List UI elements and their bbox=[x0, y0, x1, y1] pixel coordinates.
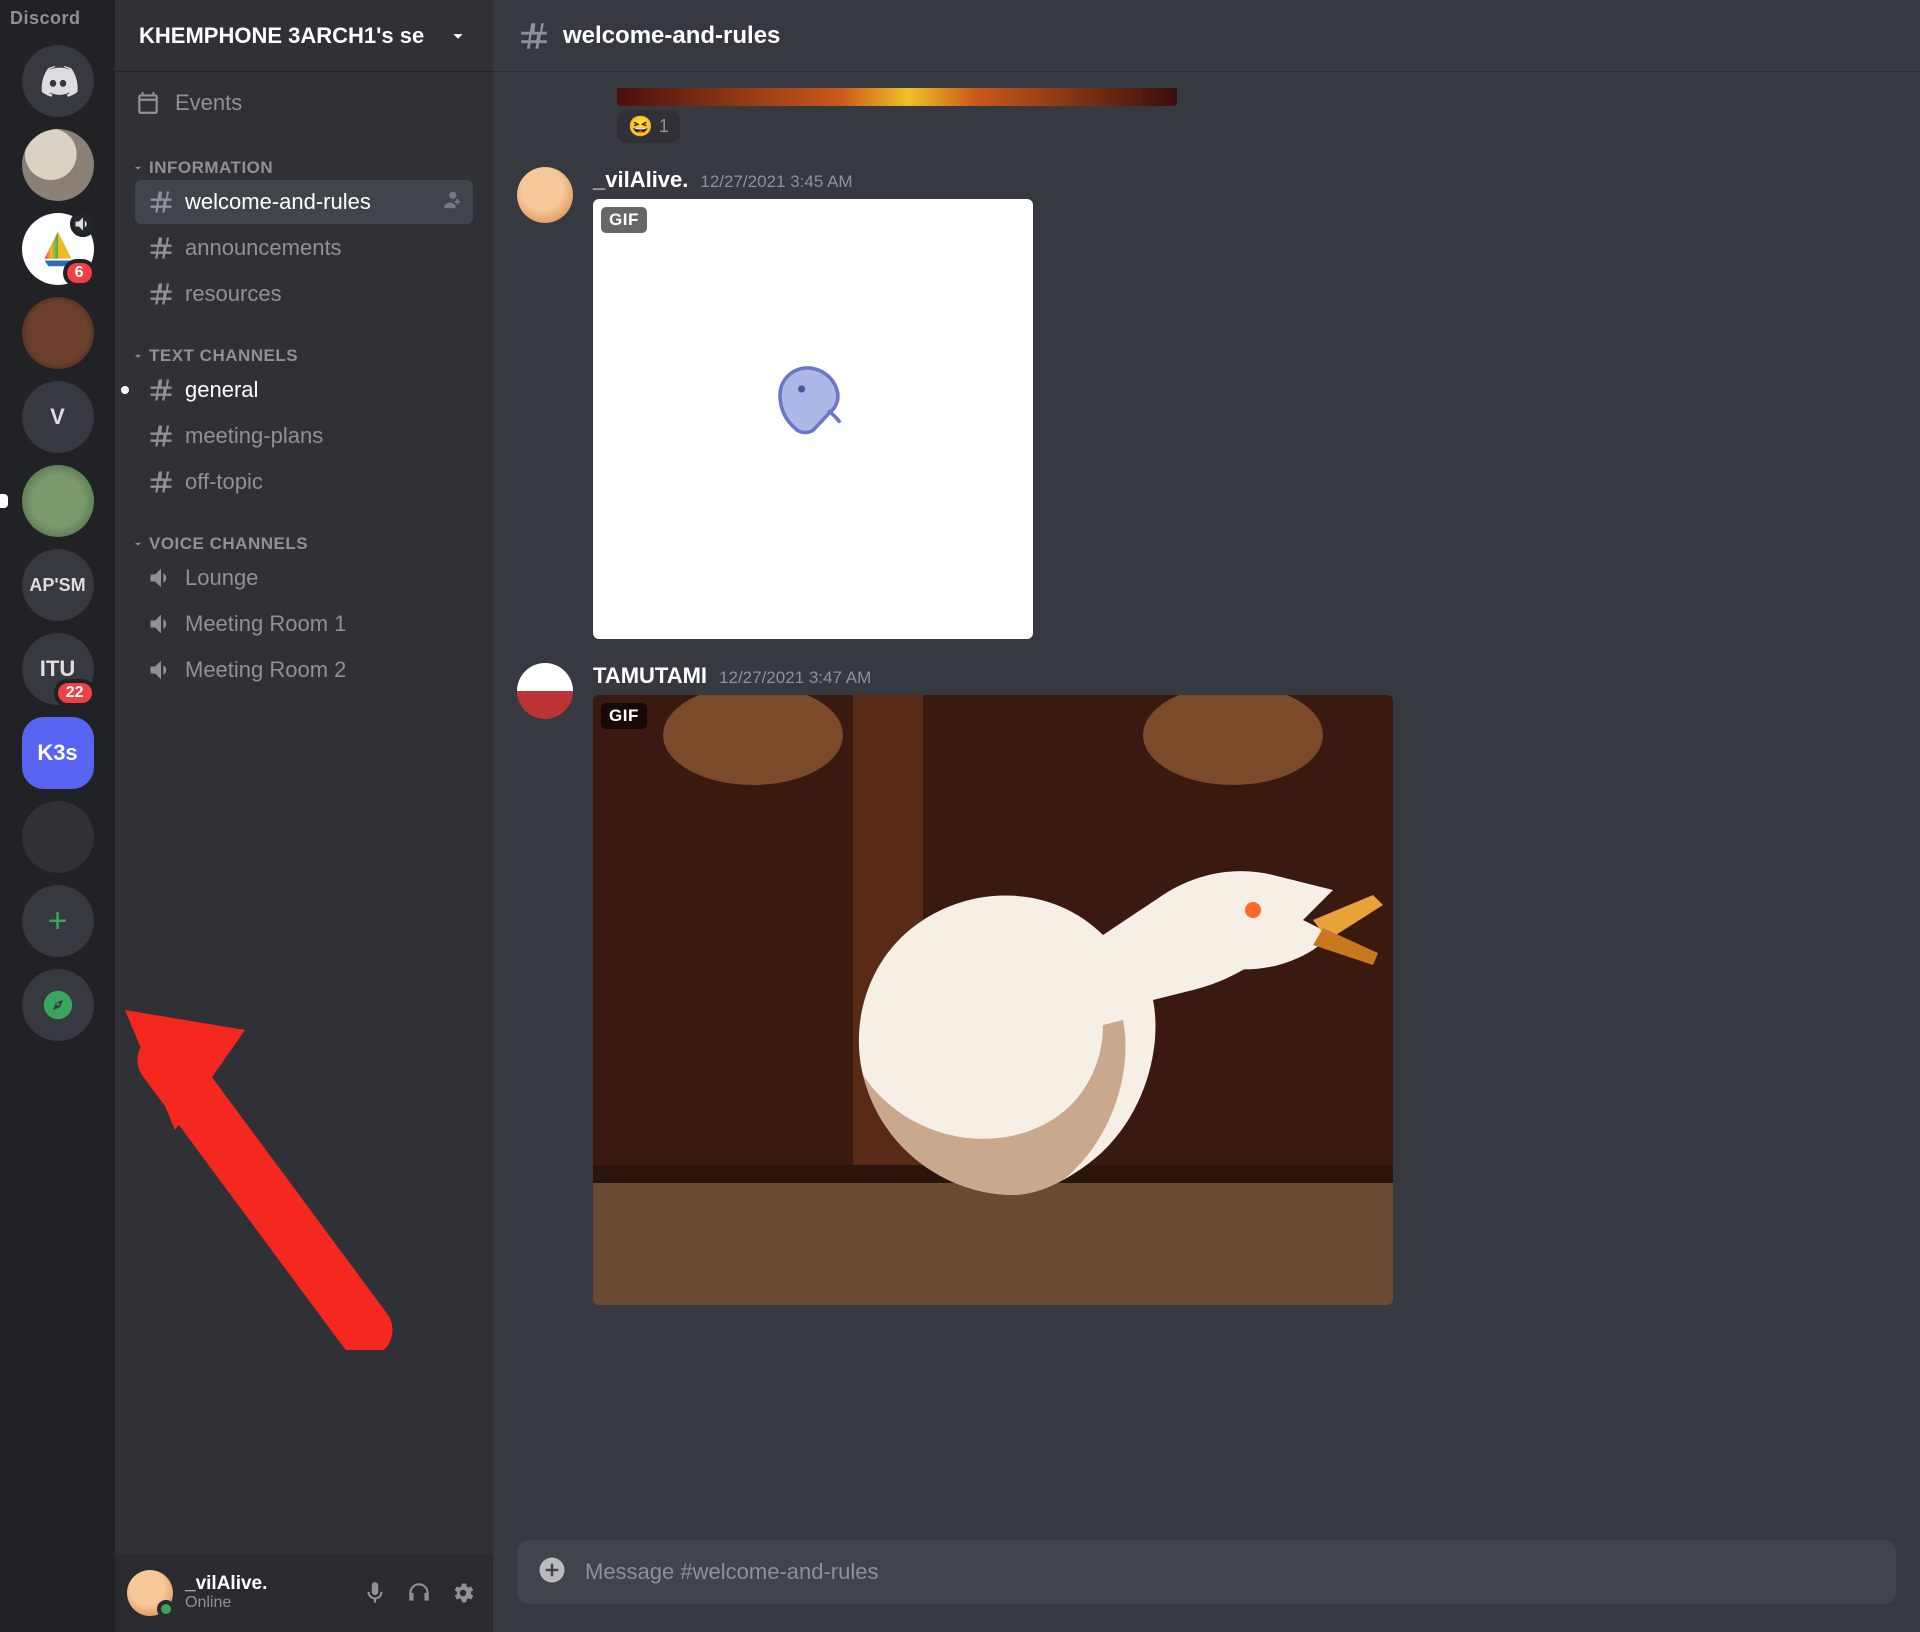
gif-badge: GIF bbox=[601, 703, 647, 729]
status-online-icon bbox=[157, 1600, 175, 1618]
server-list: Discord 6 V AP'SM ITU 22 K3s + bbox=[0, 0, 115, 1632]
gif-attachment[interactable]: GIF bbox=[593, 695, 1393, 1305]
message-composer bbox=[493, 1540, 1920, 1632]
gif-badge: GIF bbox=[601, 207, 647, 233]
channel-header: welcome-and-rules bbox=[493, 0, 1920, 72]
server-item[interactable] bbox=[22, 129, 94, 201]
attach-button[interactable] bbox=[537, 1555, 567, 1590]
server-home[interactable] bbox=[22, 45, 94, 117]
message-author[interactable]: TAMUTAMI bbox=[593, 663, 707, 689]
user-panel: _vilAlive. Online bbox=[115, 1554, 493, 1632]
message-author[interactable]: _vilAlive. bbox=[593, 167, 688, 193]
user-name: _vilAlive. bbox=[185, 1574, 267, 1595]
bird-drawing-icon bbox=[739, 341, 869, 461]
category-voice-channels: VOICE CHANNELS Lounge Meeting Room 1 Mee… bbox=[115, 510, 493, 698]
channel-title: welcome-and-rules bbox=[563, 22, 780, 50]
hash-icon bbox=[147, 468, 175, 496]
chevron-down-icon bbox=[447, 25, 469, 47]
server-header[interactable]: KHEMPHONE 3ARCH1's se bbox=[115, 0, 493, 72]
user-status: Online bbox=[185, 1594, 267, 1612]
unread-badge: 22 bbox=[54, 679, 96, 707]
events-label: Events bbox=[175, 90, 242, 116]
gif-attachment[interactable]: GIF bbox=[593, 199, 1033, 639]
channel-announcements[interactable]: announcements bbox=[135, 226, 473, 270]
channel-resources[interactable]: resources bbox=[135, 272, 473, 316]
mute-button[interactable] bbox=[357, 1575, 393, 1611]
plus-circle-icon bbox=[537, 1555, 567, 1585]
speaker-icon bbox=[147, 610, 175, 638]
message-list[interactable]: 😆 1 _vilAlive. 12/27/2021 3:45 AM GIF bbox=[493, 72, 1920, 1540]
reaction-count: 1 bbox=[659, 116, 669, 137]
channel-general[interactable]: general bbox=[135, 368, 473, 412]
channel-meeting-room-1[interactable]: Meeting Room 1 bbox=[135, 602, 473, 646]
server-item[interactable]: 6 bbox=[22, 213, 94, 285]
add-server-button[interactable]: + bbox=[22, 885, 94, 957]
server-item[interactable] bbox=[22, 297, 94, 369]
user-avatar[interactable] bbox=[127, 1570, 173, 1616]
message-avatar[interactable] bbox=[517, 663, 573, 719]
server-item[interactable] bbox=[22, 465, 94, 537]
create-invite-icon[interactable] bbox=[439, 188, 461, 216]
mic-icon bbox=[362, 1580, 388, 1606]
hash-icon bbox=[147, 188, 175, 216]
server-item[interactable]: V bbox=[22, 381, 94, 453]
headphones-icon bbox=[406, 1580, 432, 1606]
hash-icon bbox=[147, 280, 175, 308]
gear-icon bbox=[450, 1580, 476, 1606]
message-input[interactable] bbox=[585, 1559, 1876, 1585]
channel-meeting-plans[interactable]: meeting-plans bbox=[135, 414, 473, 458]
hash-icon bbox=[147, 422, 175, 450]
hash-icon bbox=[517, 19, 551, 53]
chevron-down-icon bbox=[131, 349, 145, 363]
chevron-down-icon bbox=[131, 161, 145, 175]
hash-icon bbox=[147, 376, 175, 404]
channel-off-topic[interactable]: off-topic bbox=[135, 460, 473, 504]
message: _vilAlive. 12/27/2021 3:45 AM GIF bbox=[517, 167, 1896, 639]
message: TAMUTAMI 12/27/2021 3:47 AM GIF bbox=[517, 663, 1896, 1305]
unread-pill bbox=[0, 494, 8, 508]
channel-welcome-and-rules[interactable]: welcome-and-rules bbox=[135, 180, 473, 224]
events-button[interactable]: Events bbox=[115, 72, 493, 134]
discord-logo-icon bbox=[38, 61, 78, 101]
channel-sidebar: KHEMPHONE 3ARCH1's se Events INFORMATION… bbox=[115, 0, 493, 1632]
channel-lounge[interactable]: Lounge bbox=[135, 556, 473, 600]
settings-button[interactable] bbox=[445, 1575, 481, 1611]
emoji-laugh-icon: 😆 bbox=[628, 114, 653, 139]
speaker-icon bbox=[147, 656, 175, 684]
message-avatar[interactable] bbox=[517, 167, 573, 223]
category-header[interactable]: VOICE CHANNELS bbox=[127, 534, 481, 554]
message-timestamp: 12/27/2021 3:45 AM bbox=[700, 172, 852, 192]
message-timestamp: 12/27/2021 3:47 AM bbox=[719, 668, 871, 688]
server-item[interactable] bbox=[22, 801, 94, 873]
channel-meeting-room-2[interactable]: Meeting Room 2 bbox=[135, 648, 473, 692]
server-name: KHEMPHONE 3ARCH1's se bbox=[139, 23, 424, 49]
previous-attachment[interactable] bbox=[617, 88, 1177, 106]
reaction[interactable]: 😆 1 bbox=[617, 110, 680, 143]
category-header[interactable]: TEXT CHANNELS bbox=[127, 346, 481, 366]
category-header[interactable]: INFORMATION bbox=[127, 158, 481, 178]
seagull-image-icon bbox=[593, 695, 1393, 1305]
deafen-button[interactable] bbox=[401, 1575, 437, 1611]
discord-wordmark: Discord bbox=[10, 8, 81, 29]
voice-indicator-icon bbox=[70, 211, 96, 237]
speaker-icon bbox=[147, 564, 175, 592]
server-item-active[interactable]: K3s bbox=[22, 717, 94, 789]
server-item[interactable]: ITU 22 bbox=[22, 633, 94, 705]
calendar-icon bbox=[135, 90, 161, 116]
category-information: INFORMATION welcome-and-rules announceme… bbox=[115, 134, 493, 322]
chevron-down-icon bbox=[131, 537, 145, 551]
category-text-channels: TEXT CHANNELS general meeting-plans off-… bbox=[115, 322, 493, 510]
main-content: welcome-and-rules 😆 1 _vilAlive. 12/27/2… bbox=[493, 0, 1920, 1632]
unread-badge: 6 bbox=[63, 259, 96, 287]
hash-icon bbox=[147, 234, 175, 262]
server-item[interactable]: AP'SM bbox=[22, 549, 94, 621]
discover-servers-button[interactable] bbox=[22, 969, 94, 1041]
compass-icon bbox=[41, 988, 75, 1022]
